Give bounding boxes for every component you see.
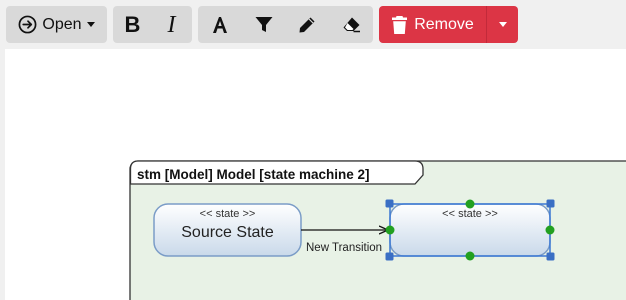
frame-label: stm [Model] Model [state machine 2] bbox=[137, 167, 370, 182]
remove-button[interactable]: Remove bbox=[379, 6, 487, 43]
resize-handle-top[interactable] bbox=[465, 199, 475, 209]
diagram-svg: stm [Model] Model [state machine 2] << s… bbox=[129, 160, 626, 300]
fill-color-icon bbox=[255, 16, 273, 34]
remove-label: Remove bbox=[414, 15, 474, 33]
source-state-name: Source State bbox=[181, 224, 274, 241]
pencil-icon bbox=[298, 16, 316, 34]
remove-button-group: Remove bbox=[379, 6, 518, 43]
chevron-down-icon bbox=[86, 22, 95, 27]
circle-arrow-right-icon bbox=[18, 15, 37, 34]
resize-handle-bottom-left[interactable] bbox=[385, 252, 394, 261]
remove-dropdown-button[interactable] bbox=[487, 6, 518, 43]
source-state[interactable]: << state >> Source State bbox=[153, 203, 302, 257]
resize-handle-right[interactable] bbox=[545, 225, 555, 235]
pencil-button[interactable] bbox=[286, 6, 330, 43]
transition-label: New Transition bbox=[306, 242, 382, 254]
eraser-button[interactable] bbox=[329, 6, 373, 43]
resize-handle-left[interactable] bbox=[385, 225, 395, 235]
bold-button[interactable]: B bbox=[113, 6, 152, 43]
resize-handle-bottom[interactable] bbox=[465, 251, 475, 261]
toolbar: Open B I Remove bbox=[0, 0, 626, 48]
italic-button[interactable]: I bbox=[152, 6, 191, 43]
open-dropdown-button[interactable]: Open bbox=[6, 6, 107, 43]
resize-handle-top-right[interactable] bbox=[546, 199, 555, 208]
open-label: Open bbox=[42, 15, 82, 33]
diagram-canvas[interactable]: stm [Model] Model [state machine 2] << s… bbox=[5, 49, 626, 300]
font-color-button[interactable] bbox=[198, 6, 242, 43]
chevron-down-icon bbox=[498, 22, 507, 27]
bold-icon: B bbox=[124, 11, 141, 37]
font-color-icon bbox=[211, 16, 229, 34]
style-group bbox=[198, 6, 373, 43]
resize-handle-bottom-right[interactable] bbox=[546, 252, 555, 261]
open-button-group: Open bbox=[6, 6, 107, 43]
resize-handle-top-left[interactable] bbox=[385, 199, 394, 208]
text-format-group: B I bbox=[113, 6, 192, 43]
trash-icon bbox=[391, 15, 408, 35]
eraser-icon bbox=[342, 16, 361, 33]
source-state-stereotype: << state >> bbox=[200, 208, 256, 220]
fill-color-button[interactable] bbox=[242, 6, 286, 43]
target-state-stereotype: << state >> bbox=[442, 208, 498, 220]
italic-icon: I bbox=[167, 11, 176, 38]
target-state[interactable]: << state >> bbox=[389, 203, 551, 257]
